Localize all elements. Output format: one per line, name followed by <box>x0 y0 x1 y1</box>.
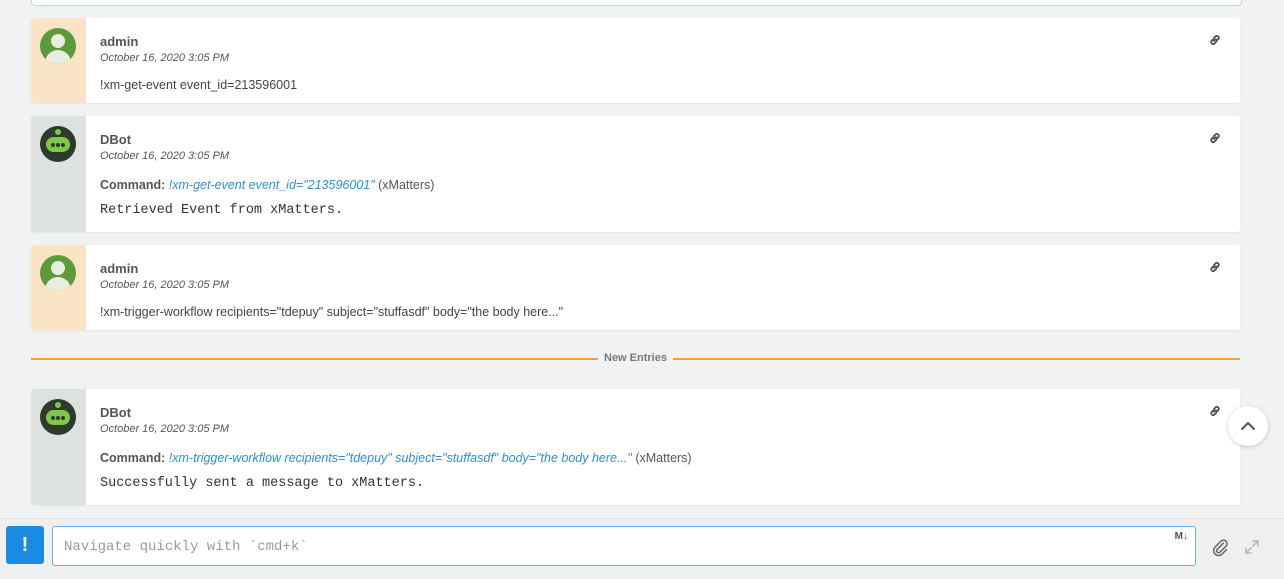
command-link[interactable]: !xm-get-event event_id="213596001" <box>169 178 375 192</box>
chevron-up-icon <box>1241 422 1255 430</box>
integration-name: (xMatters) <box>378 178 435 192</box>
scroll-to-top-button[interactable] <box>1228 406 1268 446</box>
command-link[interactable]: !xm-trigger-workflow recipients="tdepuy"… <box>169 451 632 465</box>
entry-author: DBot <box>100 132 132 147</box>
link-icon[interactable] <box>1209 261 1221 273</box>
integration-name: (xMatters) <box>635 451 692 465</box>
timeline-entry: DBot October 16, 2020 3:05 PM Command: !… <box>31 389 1240 505</box>
entry-timestamp: October 16, 2020 3:05 PM <box>100 150 230 162</box>
entry-timestamp: October 16, 2020 3:05 PM <box>100 279 230 291</box>
entry-author: admin <box>100 261 139 276</box>
command-result: Successfully sent a message to xMatters. <box>100 476 425 491</box>
entry-message: !xm-get-event event_id=213596001 <box>100 78 298 92</box>
command-result: Retrieved Event from xMatters. <box>100 203 344 218</box>
expand-icon[interactable] <box>1244 539 1260 555</box>
avatar-column <box>31 389 86 505</box>
command-input-box[interactable]: M↓ <box>52 526 1196 566</box>
command-label: Command: <box>100 451 166 465</box>
markdown-badge[interactable]: M↓ <box>1175 531 1188 542</box>
entry-message: !xm-trigger-workflow recipients="tdepuy"… <box>100 305 564 319</box>
paperclip-icon[interactable] <box>1210 537 1230 557</box>
previous-entry-card <box>31 0 1242 6</box>
entry-author: admin <box>100 34 139 49</box>
entry-timestamp: October 16, 2020 3:05 PM <box>100 52 230 64</box>
entry-timestamp: October 16, 2020 3:05 PM <box>100 423 230 435</box>
user-avatar-icon <box>40 255 76 291</box>
avatar-column <box>31 116 86 232</box>
entry-author: DBot <box>100 405 132 420</box>
avatar-column <box>31 18 86 103</box>
timeline-entry: DBot October 16, 2020 3:05 PM Command: !… <box>31 116 1240 232</box>
command-label: Command: <box>100 178 166 192</box>
command-input[interactable] <box>62 535 1156 559</box>
timeline-entry: admin October 16, 2020 3:05 PM !xm-trigg… <box>31 245 1240 330</box>
link-icon[interactable] <box>1209 405 1221 417</box>
command-line: Command: !xm-get-event event_id="2135960… <box>100 178 434 192</box>
timeline-entry: admin October 16, 2020 3:05 PM !xm-get-e… <box>31 18 1240 103</box>
avatar-column <box>31 245 86 330</box>
new-entries-label: New Entries <box>598 352 673 364</box>
command-line: Command: !xm-trigger-workflow recipients… <box>100 451 692 465</box>
link-icon[interactable] <box>1209 132 1221 144</box>
dbot-avatar-icon <box>40 126 76 162</box>
user-avatar-icon <box>40 28 76 64</box>
link-icon[interactable] <box>1209 34 1221 46</box>
command-mode-button[interactable]: ! <box>6 526 44 564</box>
dbot-avatar-icon <box>40 399 76 435</box>
war-room-timeline: admin October 16, 2020 3:05 PM !xm-get-e… <box>0 0 1284 518</box>
